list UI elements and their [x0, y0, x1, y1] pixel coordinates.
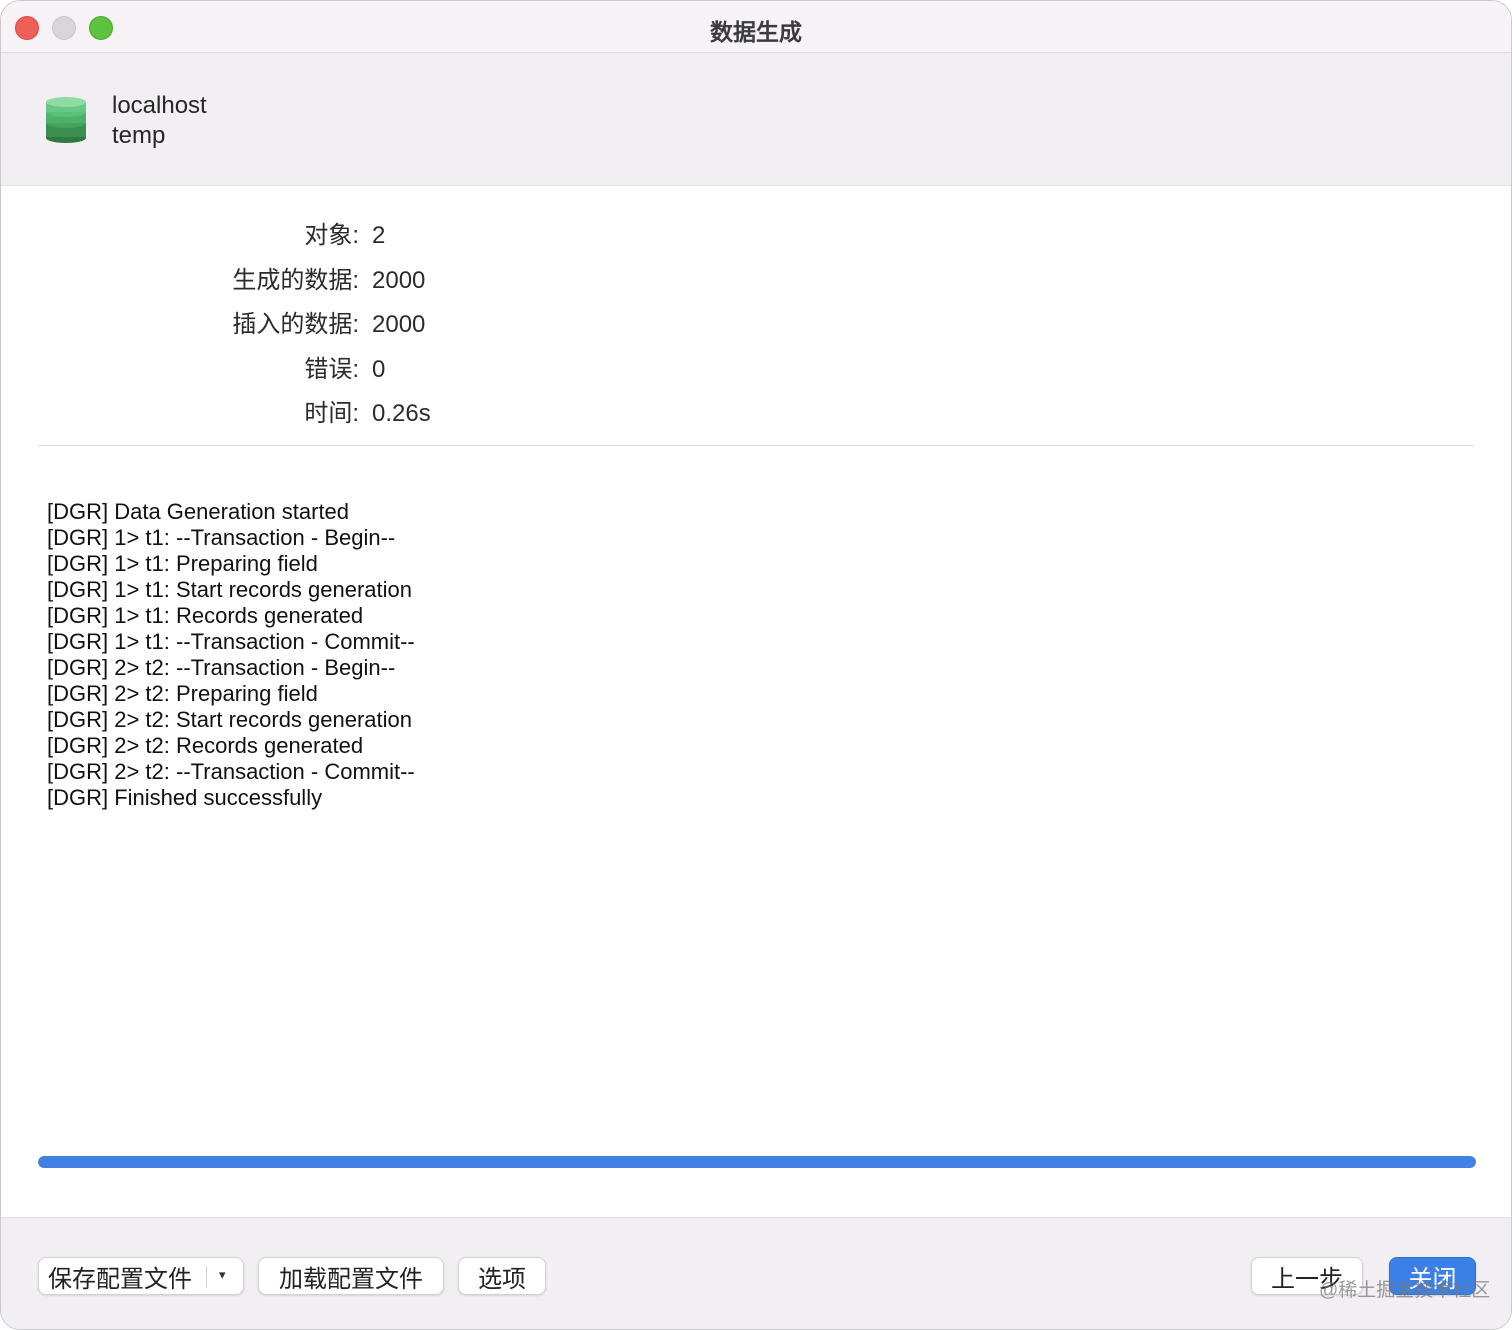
close-button[interactable]: 关闭: [1389, 1257, 1476, 1295]
data-generation-window: 数据生成 localhost temp 对象: 2 生成的数据: 2000 插入…: [0, 0, 1512, 1330]
log-line: [DGR] 2> t2: Preparing field: [47, 681, 318, 706]
progress-bar: [38, 1156, 1476, 1168]
back-button[interactable]: 上一步: [1251, 1257, 1363, 1295]
log-output: [DGR] Data Generation started [DGR] 1> t…: [47, 499, 1467, 1139]
stat-value: 2000: [372, 311, 426, 338]
stat-row-generated: 生成的数据: 2000: [1, 261, 701, 301]
log-line: [DGR] Data Generation started: [47, 499, 350, 524]
stat-value: 0: [372, 356, 386, 383]
database-name: temp: [112, 122, 166, 149]
connection-name: localhost: [112, 92, 207, 119]
stat-row-time: 时间: 0.26s: [1, 394, 701, 434]
log-line: [DGR] 2> t2: Start records generation: [47, 707, 413, 732]
stat-value: 2000: [372, 267, 426, 294]
stat-label: 插入的数据:: [232, 311, 359, 338]
save-config-label: 保存配置文件: [48, 1265, 192, 1293]
stat-value: 2: [372, 222, 386, 249]
split-divider: [206, 1266, 207, 1288]
stat-row-objects: 对象: 2: [1, 216, 701, 256]
stat-label: 时间:: [304, 400, 359, 427]
title-bar: 数据生成: [1, 1, 1511, 53]
window-title: 数据生成: [710, 19, 802, 45]
dropdown-arrow-icon[interactable]: ▾: [219, 1267, 226, 1283]
save-config-button[interactable]: 保存配置文件 ▾: [38, 1257, 244, 1295]
log-line: [DGR] 2> t2: Records generated: [47, 733, 364, 758]
footer-toolbar: 保存配置文件 ▾ 加载配置文件 选项 上一步 关闭: [1, 1217, 1511, 1329]
log-line: [DGR] 2> t2: --Transaction - Commit--: [47, 759, 415, 784]
stat-row-errors: 错误: 0: [1, 350, 701, 390]
stat-label: 错误:: [304, 356, 359, 383]
stat-label: 生成的数据:: [232, 267, 359, 294]
log-line: [DGR] 1> t1: --Transaction - Commit--: [47, 629, 415, 654]
log-line: [DGR] 1> t1: Preparing field: [47, 551, 318, 576]
log-line: [DGR] Finished successfully: [47, 785, 323, 810]
stat-label: 对象:: [304, 222, 359, 249]
log-line: [DGR] 1> t1: --Transaction - Begin--: [47, 525, 396, 550]
stat-row-inserted: 插入的数据: 2000: [1, 305, 701, 345]
load-config-button[interactable]: 加载配置文件: [258, 1257, 444, 1295]
options-button[interactable]: 选项: [458, 1257, 546, 1295]
progress-fill: [38, 1156, 1476, 1168]
log-line: [DGR] 1> t1: Start records generation: [47, 577, 413, 602]
log-line: [DGR] 1> t1: Records generated: [47, 603, 364, 628]
log-line: [DGR] 2> t2: --Transaction - Begin--: [47, 655, 396, 680]
stat-value: 0.26s: [372, 400, 431, 427]
database-icon: [46, 97, 86, 143]
connection-header: localhost temp: [1, 53, 1511, 186]
divider: [38, 445, 1474, 446]
